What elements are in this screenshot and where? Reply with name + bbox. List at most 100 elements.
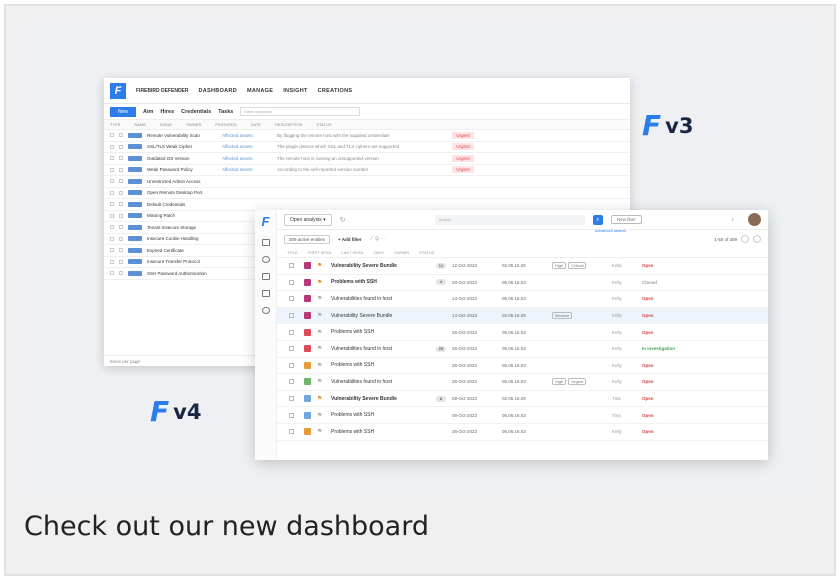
- checkbox: [289, 296, 294, 302]
- row-name: SSH Password Authentication: [147, 270, 207, 276]
- tag-pill: Critical: [568, 262, 587, 270]
- v3-column-header: DESCRIPTION: [275, 122, 303, 127]
- row-title: Vulnerabilities found in host: [331, 345, 392, 352]
- checkbox: [289, 396, 294, 402]
- v4-pager-text: 1-50 of 309: [714, 236, 737, 242]
- v3-top-bar: F FIREBIRD DEFENDER DASHBOARD MANAGE INS…: [104, 78, 630, 104]
- table-row: ⚑ Vulnerability Severe Bundle 8 09-Oct-2023…: [277, 391, 768, 408]
- table-row: Default Credentials: [104, 199, 630, 211]
- table-row: ⚑ Vulnerabilities found in host 14-Oct-202…: [277, 291, 768, 308]
- v3-column-header: ISSUE: [160, 122, 173, 127]
- status-badge: Open: [642, 263, 654, 269]
- owner: Kelly: [612, 346, 622, 352]
- status-badge: Urgent: [452, 166, 474, 174]
- dashboard-icon: [261, 239, 270, 246]
- first-seen: 26-Oct-2023: [452, 379, 478, 385]
- v4-label-text: v4: [173, 400, 202, 424]
- v4-column-header: TAGS: [373, 250, 384, 255]
- checkbox: [289, 263, 294, 269]
- v4-pager: 1-50 of 309: [714, 235, 761, 243]
- type-tag: [128, 201, 142, 207]
- status-badge: Closed: [642, 279, 658, 285]
- v3-brand: FIREBIRD DEFENDER: [136, 87, 189, 94]
- checkbox: [110, 167, 114, 172]
- table-row: ⚑ Problems with SSH 4 28-Oct-2023 06.06.16.0…: [277, 275, 768, 292]
- v4-column-header: TITLE: [287, 250, 298, 255]
- checkbox: [289, 429, 294, 435]
- v3-label-text: v3: [665, 114, 694, 138]
- table-row: Remote Vulnerability Scan Affected assets…: [104, 130, 630, 142]
- table-row: ⚑ Vulnerabilities found in host 28 26-Oct-2…: [277, 341, 768, 358]
- v3-footer-label: Items per page: [110, 358, 141, 364]
- row-title: Problems with SSH: [331, 428, 375, 435]
- row-title: Vulnerabilities found in host: [331, 295, 392, 302]
- first-seen: 09-Oct-2023: [452, 412, 478, 418]
- status-badge: Urgent: [452, 154, 474, 162]
- v4-logo: F: [261, 214, 270, 229]
- flag-icon: ⚑: [317, 346, 323, 353]
- v3-nav-item: CREATIONS: [317, 87, 353, 94]
- row-name: Outdated OS Version: [147, 155, 190, 161]
- last-seen: 06.06.16.03: [502, 296, 526, 302]
- first-seen: 26-Oct-2023: [452, 346, 478, 352]
- severity-icon: [304, 262, 311, 270]
- severity-icon: [304, 378, 311, 386]
- owner: Kelly: [612, 429, 622, 435]
- first-seen: 26-Oct-2023: [452, 329, 478, 335]
- checkbox: [110, 248, 114, 253]
- row-title: Vulnerability Severe Bundle: [331, 262, 397, 269]
- v4-view-select: Open analysis ▾: [284, 213, 332, 226]
- checkbox: [110, 213, 114, 218]
- bell-icon: ♪: [731, 216, 735, 223]
- type-tag: [128, 213, 142, 219]
- announcement-card[interactable]: F FIREBIRD DEFENDER DASHBOARD MANAGE INS…: [4, 4, 836, 576]
- row-name: Missing Patch: [147, 213, 176, 219]
- severity-icon: [304, 295, 311, 303]
- status-badge: Open: [642, 296, 654, 302]
- row-name: SSL/TLS Weak Cipher: [147, 144, 193, 150]
- row-description: According to the self-reported version n…: [277, 167, 369, 173]
- status-badge: Open: [642, 362, 654, 368]
- last-seen: 06.06.16.03: [502, 279, 526, 285]
- brand-logo-icon: F: [150, 395, 170, 428]
- last-seen: 06.06.16.03: [502, 362, 526, 368]
- card-caption[interactable]: Check out our new dashboard: [24, 511, 429, 542]
- row-title: Problems with SSH: [331, 362, 375, 369]
- v4-add-filter: + Add filter: [338, 236, 362, 242]
- checkbox: [110, 271, 114, 276]
- owner: Kelly: [612, 296, 622, 302]
- severity-icon: [304, 345, 311, 353]
- v4-filter-bar: 309 active entities + Add filter ⟋ ⚲ ⋯ 1…: [277, 230, 768, 248]
- v4-main: Open analysis ▾ ↻ Search ⌕ New filter ♪ …: [277, 210, 768, 460]
- type-tag: [128, 224, 142, 230]
- row-link: Affected assets: [222, 167, 253, 173]
- star-icon: [119, 248, 123, 253]
- status-badge: Open: [642, 396, 654, 402]
- owner: Kelly: [612, 379, 622, 385]
- type-tag: [128, 259, 142, 265]
- v3-toolbar: New Aim Hires Credentials Tasks Enter ke…: [104, 104, 630, 120]
- star-icon: [119, 144, 123, 149]
- star-icon: [119, 156, 123, 161]
- count-badge: 4: [436, 279, 446, 286]
- table-row: Weak Password Policy Affected assets Accor…: [104, 165, 630, 176]
- row-name: Insecure Transfer Protocol: [147, 259, 200, 265]
- row-name: Expired Certificate: [147, 247, 184, 253]
- first-seen: 26-Oct-2023: [452, 362, 478, 368]
- checkbox: [110, 144, 114, 149]
- owner: Kelly: [612, 362, 622, 368]
- owner: Tina: [612, 396, 621, 402]
- table-row: Outdated OS Version Affected assets The re…: [104, 153, 630, 165]
- tag-list: Medium: [552, 312, 612, 320]
- star-icon: [119, 202, 123, 207]
- status-badge: Urgent: [452, 131, 474, 139]
- v4-filter-chip: 309 active entities: [284, 234, 331, 244]
- checkbox: [110, 202, 114, 207]
- row-link: Affected assets: [222, 132, 253, 138]
- checkbox: [110, 133, 114, 138]
- tag-pill: High: [552, 262, 567, 270]
- flag-icon: ⚑: [317, 263, 323, 270]
- table-row: ⚑ Vulnerabilities found in host 26-Oct-202…: [277, 374, 768, 391]
- star-icon: [119, 236, 123, 241]
- star-icon: [119, 213, 123, 218]
